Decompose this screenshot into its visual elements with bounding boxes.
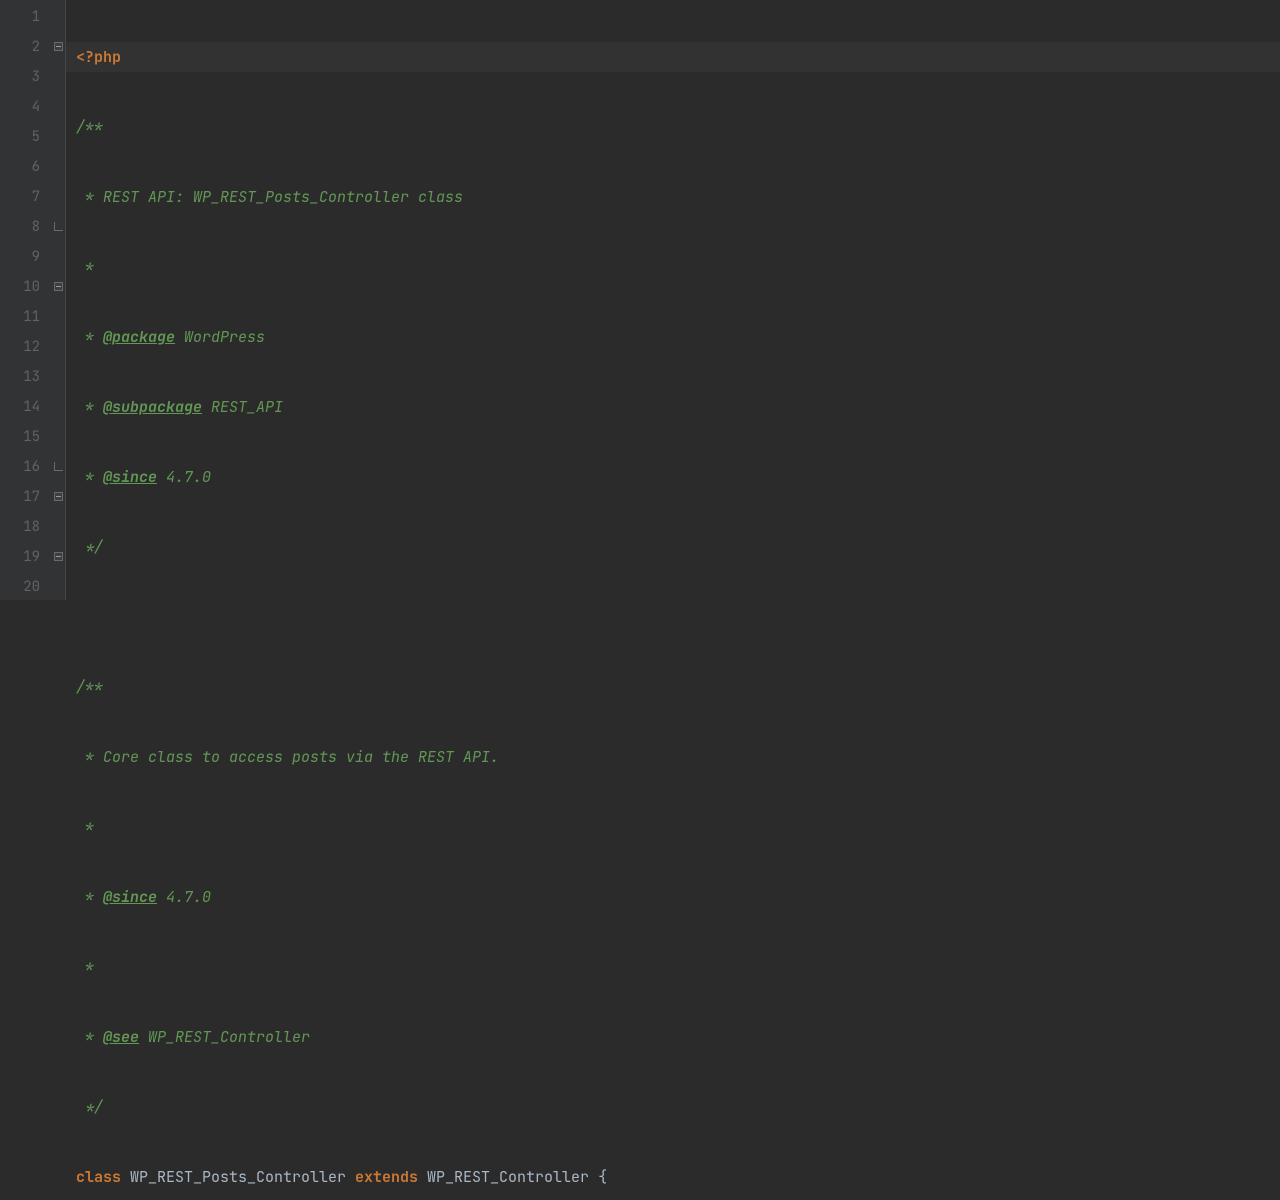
line-number: 18 xyxy=(0,512,40,542)
line-number: 7 xyxy=(0,182,40,212)
code-line[interactable]: * @since 4.7.0 xyxy=(76,882,1280,912)
line-number: 13 xyxy=(0,362,40,392)
line-number: 8 xyxy=(0,212,40,242)
line-number: 3 xyxy=(0,62,40,92)
doc-tag-see: @see xyxy=(103,1027,139,1047)
doc-star: * xyxy=(76,1027,103,1047)
fold-toggle-icon[interactable] xyxy=(54,492,63,501)
line-number: 11 xyxy=(0,302,40,332)
line-number: 6 xyxy=(0,152,40,182)
fold-toggle-icon[interactable] xyxy=(54,552,63,561)
doc-tag-since: @since xyxy=(103,887,157,907)
docblock-close: */ xyxy=(76,537,103,557)
code-line[interactable]: <?php xyxy=(66,42,1280,72)
keyword-extends: extends xyxy=(355,1167,418,1187)
doc-star: * xyxy=(76,257,94,277)
docblock-close: */ xyxy=(76,1097,103,1117)
line-number: 1 xyxy=(0,2,40,32)
doc-value: WP_REST_Controller xyxy=(139,1027,310,1047)
doc-star: * xyxy=(76,817,94,837)
line-number: 15 xyxy=(0,422,40,452)
line-number: 12 xyxy=(0,332,40,362)
doc-star: * xyxy=(76,957,94,977)
code-line[interactable]: * REST API: WP_REST_Posts_Controller cla… xyxy=(76,182,1280,212)
code-line[interactable]: * @subpackage REST_API xyxy=(76,392,1280,422)
code-line[interactable]: * xyxy=(76,952,1280,982)
class-name: WP_REST_Posts_Controller xyxy=(121,1167,355,1187)
fold-gutter xyxy=(52,0,66,600)
line-number-gutter: 1 2 3 4 5 6 7 8 9 10 11 12 13 14 15 16 1… xyxy=(0,0,52,600)
code-line[interactable] xyxy=(76,602,1280,632)
doc-text: * REST API: WP_REST_Posts_Controller cla… xyxy=(76,187,463,207)
doc-star: * xyxy=(76,327,103,347)
doc-star: * xyxy=(76,397,103,417)
line-number: 16 xyxy=(0,452,40,482)
line-number: 19 xyxy=(0,542,40,572)
line-number: 2 xyxy=(0,32,40,62)
doc-star: * xyxy=(76,467,103,487)
code-line[interactable]: * Core class to access posts via the RES… xyxy=(76,742,1280,772)
brace-open: { xyxy=(598,1167,607,1187)
keyword-class: class xyxy=(76,1167,121,1187)
fold-toggle-icon[interactable] xyxy=(54,282,63,291)
code-line[interactable]: * xyxy=(76,812,1280,842)
line-number: 10 xyxy=(0,272,40,302)
code-line[interactable]: * xyxy=(76,252,1280,282)
code-editor[interactable]: 1 2 3 4 5 6 7 8 9 10 11 12 13 14 15 16 1… xyxy=(0,0,1280,600)
doc-star: * xyxy=(76,887,103,907)
doc-tag-since: @since xyxy=(103,467,157,487)
code-line[interactable]: */ xyxy=(76,1092,1280,1122)
code-line[interactable]: class WP_REST_Posts_Controller extends W… xyxy=(76,1162,1280,1192)
docblock-open: /** xyxy=(76,117,103,137)
doc-value: 4.7.0 xyxy=(157,887,211,907)
php-open-tag: <?php xyxy=(76,47,121,67)
code-area[interactable]: <?php /** * REST API: WP_REST_Posts_Cont… xyxy=(66,0,1280,600)
line-number: 4 xyxy=(0,92,40,122)
code-line[interactable]: * @see WP_REST_Controller xyxy=(76,1022,1280,1052)
fold-toggle-icon[interactable] xyxy=(54,42,63,51)
code-line[interactable]: /** xyxy=(76,672,1280,702)
line-number: 14 xyxy=(0,392,40,422)
fold-end-icon xyxy=(54,462,63,471)
doc-tag-package: @package xyxy=(103,327,175,347)
doc-value: REST_API xyxy=(202,397,283,417)
code-line[interactable]: /** xyxy=(76,112,1280,142)
code-line[interactable]: * @package WordPress xyxy=(76,322,1280,352)
doc-text: * Core class to access posts via the RES… xyxy=(76,747,499,767)
code-line[interactable]: */ xyxy=(76,532,1280,562)
code-line[interactable]: * @since 4.7.0 xyxy=(76,462,1280,492)
fold-end-icon xyxy=(54,222,63,231)
line-number: 9 xyxy=(0,242,40,272)
parent-class-name: WP_REST_Controller xyxy=(418,1167,598,1187)
doc-value: 4.7.0 xyxy=(157,467,211,487)
line-number: 17 xyxy=(0,482,40,512)
line-number: 5 xyxy=(0,122,40,152)
line-number: 20 xyxy=(0,572,40,602)
doc-tag-subpackage: @subpackage xyxy=(103,397,202,417)
doc-value: WordPress xyxy=(175,327,265,347)
docblock-open: /** xyxy=(76,677,103,697)
